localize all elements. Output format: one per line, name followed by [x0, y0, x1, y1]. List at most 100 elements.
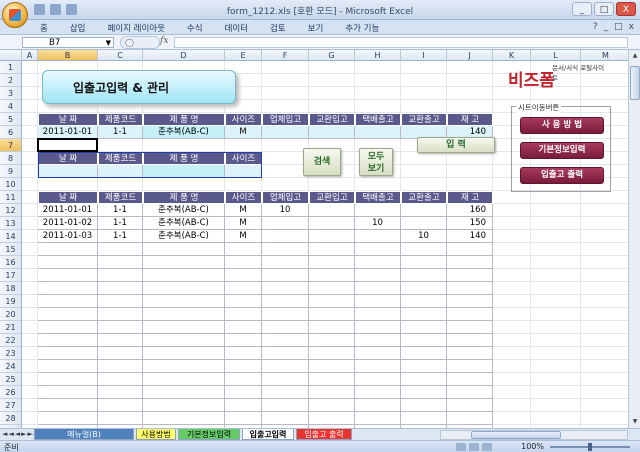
data-table-empty-cell[interactable] [98, 308, 143, 321]
data-table-empty-cell[interactable] [447, 412, 493, 425]
insert-function-button[interactable]: fx [160, 36, 168, 46]
input-button[interactable]: 입 력 [417, 137, 495, 153]
data-table-empty-cell[interactable] [447, 347, 493, 360]
data-table-cell[interactable]: 10 [262, 204, 309, 217]
data-table-empty-cell[interactable] [355, 308, 401, 321]
show-all-button[interactable]: 모두 보기 [359, 148, 393, 176]
data-table-cell[interactable] [262, 230, 309, 243]
column-header-f[interactable]: F [262, 50, 309, 61]
basic-info-button[interactable]: 기본정보입력 [520, 142, 604, 159]
data-table-empty-cell[interactable] [355, 334, 401, 347]
tab-page-layout[interactable]: 페이지 레이아웃 [107, 22, 164, 34]
data-table-empty-cell[interactable] [98, 347, 143, 360]
data-table-empty-cell[interactable] [38, 308, 98, 321]
workbook-minimize-button[interactable]: _ [604, 22, 609, 32]
data-table-empty-cell[interactable] [447, 295, 493, 308]
data-table-cell[interactable]: 1-1 [98, 204, 143, 217]
maximize-button[interactable]: □ [594, 2, 614, 16]
data-table-empty-cell[interactable] [38, 334, 98, 347]
data-table-cell[interactable] [401, 204, 447, 217]
worksheet-grid[interactable]: ABCDEFGHIJKLMN12345678910111213141516171… [0, 50, 628, 428]
row-header-13[interactable]: 13 [0, 217, 22, 230]
sheet-tab-5[interactable]: 입출고 출력 [296, 429, 352, 440]
data-table-empty-cell[interactable] [355, 243, 401, 256]
data-table-empty-cell[interactable] [355, 282, 401, 295]
input-table-cell[interactable]: 춘추복(AB-C) [143, 126, 225, 139]
data-table-empty-cell[interactable] [38, 386, 98, 399]
data-table-empty-cell[interactable] [401, 295, 447, 308]
data-table-cell[interactable] [401, 217, 447, 230]
data-table-empty-cell[interactable] [143, 308, 225, 321]
data-table-empty-cell[interactable] [447, 269, 493, 282]
column-header-g[interactable]: G [309, 50, 355, 61]
zoom-level[interactable]: 100% [521, 442, 544, 451]
tab-insert[interactable]: 삽입 [70, 22, 86, 34]
data-table-cell[interactable] [355, 204, 401, 217]
formula-input[interactable] [174, 37, 628, 48]
data-table-empty-cell[interactable] [447, 399, 493, 412]
data-table-empty-cell[interactable] [309, 373, 355, 386]
data-table-empty-cell[interactable] [447, 243, 493, 256]
input-table-cell[interactable]: M [225, 126, 262, 139]
normal-view-icon[interactable] [456, 443, 466, 451]
data-table-empty-cell[interactable] [38, 269, 98, 282]
usage-guide-button[interactable]: 사 용 방 법 [520, 117, 604, 134]
data-table-empty-cell[interactable] [447, 282, 493, 295]
minimize-button[interactable]: _ [572, 2, 592, 16]
data-table-empty-cell[interactable] [355, 373, 401, 386]
inout-print-button[interactable]: 입출고 출력 [520, 167, 604, 184]
tab-home[interactable]: 홈 [40, 22, 48, 34]
data-table-empty-cell[interactable] [98, 295, 143, 308]
zoom-slider-knob[interactable] [588, 443, 592, 451]
data-table-empty-cell[interactable] [401, 360, 447, 373]
row-header-21[interactable]: 21 [0, 321, 22, 334]
page-break-view-icon[interactable] [482, 443, 492, 451]
data-table-empty-cell[interactable] [143, 399, 225, 412]
tab-review[interactable]: 검토 [270, 22, 286, 34]
data-table-cell[interactable] [355, 230, 401, 243]
data-table-cell[interactable]: 춘추복(AB-C) [143, 230, 225, 243]
data-table-empty-cell[interactable] [98, 412, 143, 425]
data-table-empty-cell[interactable] [447, 334, 493, 347]
row-header-1[interactable]: 1 [0, 61, 22, 74]
data-table-empty-cell[interactable] [447, 386, 493, 399]
row-header-26[interactable]: 26 [0, 386, 22, 399]
data-table-empty-cell[interactable] [225, 256, 262, 269]
row-header-15[interactable]: 15 [0, 243, 22, 256]
data-table-empty-cell[interactable] [143, 386, 225, 399]
data-table-empty-cell[interactable] [98, 373, 143, 386]
data-table-empty-cell[interactable] [143, 360, 225, 373]
formula-bar-expand[interactable]: ◯ [120, 36, 160, 49]
row-header-5[interactable]: 5 [0, 113, 22, 126]
data-table-empty-cell[interactable] [355, 360, 401, 373]
tab-add-ins[interactable]: 추가 기능 [345, 22, 379, 34]
data-table-empty-cell[interactable] [262, 373, 309, 386]
scroll-up-icon[interactable]: ▲ [630, 50, 640, 62]
data-table-cell[interactable] [262, 217, 309, 230]
data-table-empty-cell[interactable] [143, 321, 225, 334]
bizforms-logo[interactable]: 비즈폼 문서/서식 포털사이트 [508, 60, 608, 92]
data-table-empty-cell[interactable] [225, 321, 262, 334]
row-header-10[interactable]: 10 [0, 178, 22, 191]
column-header-i[interactable]: I [401, 50, 447, 61]
data-table-empty-cell[interactable] [355, 256, 401, 269]
data-table-empty-cell[interactable] [143, 282, 225, 295]
data-table-empty-cell[interactable] [262, 399, 309, 412]
vertical-scrollbar[interactable]: ▲ ▼ [628, 50, 640, 428]
input-table-cell[interactable] [355, 126, 401, 139]
data-table-empty-cell[interactable] [225, 360, 262, 373]
data-table-empty-cell[interactable] [309, 321, 355, 334]
column-header-h[interactable]: H [355, 50, 401, 61]
data-table-empty-cell[interactable] [309, 269, 355, 282]
row-header-4[interactable]: 4 [0, 100, 22, 113]
selected-cell-b7[interactable] [37, 138, 98, 152]
data-table-empty-cell[interactable] [98, 282, 143, 295]
data-table-empty-cell[interactable] [225, 308, 262, 321]
data-table-empty-cell[interactable] [38, 256, 98, 269]
column-header-d[interactable]: D [143, 50, 225, 61]
data-table-empty-cell[interactable] [98, 243, 143, 256]
column-header-c[interactable]: C [98, 50, 143, 61]
data-table-cell[interactable]: M [225, 204, 262, 217]
data-table-empty-cell[interactable] [262, 412, 309, 425]
data-table-empty-cell[interactable] [225, 282, 262, 295]
